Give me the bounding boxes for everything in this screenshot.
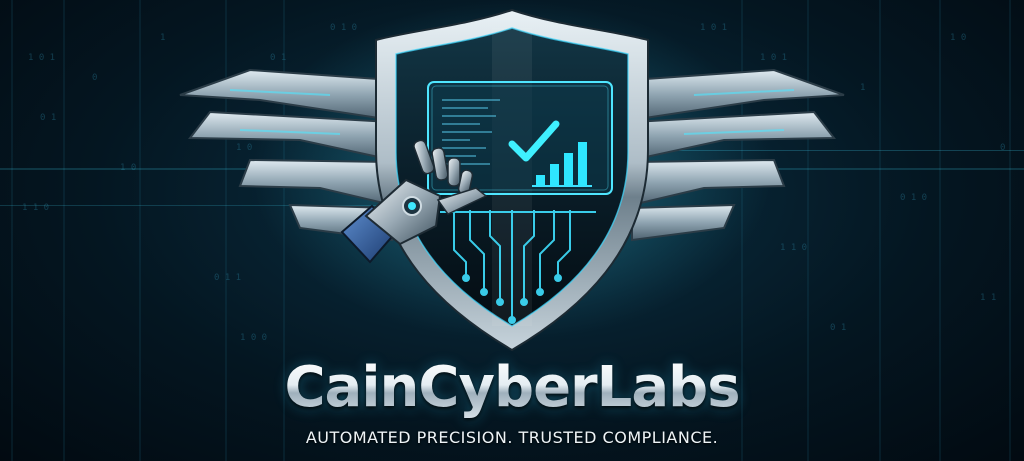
svg-text:1: 1 [860,83,865,93]
svg-text:0: 0 [1000,143,1005,153]
svg-text:1 0: 1 0 [950,33,966,43]
bar-chart-bar [578,142,587,186]
svg-text:0 1 0: 0 1 0 [900,193,927,203]
hero-banner: 1 0 1 0 1 1 1 0 0 1 0 1 0 1 1 1 0 1 0 0 … [0,0,1024,461]
bar-chart-bar [564,153,573,186]
brand-title: CainCyberLabs [0,357,1024,419]
svg-text:0 1: 0 1 [40,113,56,123]
svg-text:0: 0 [92,73,97,83]
svg-text:1 0 1: 1 0 1 [28,53,55,63]
svg-text:0 1 0: 0 1 0 [330,23,357,33]
svg-text:1 0: 1 0 [236,143,252,153]
svg-text:1 1 0: 1 1 0 [22,203,49,213]
bar-chart-bar [536,175,545,186]
svg-text:0 1 1: 0 1 1 [214,273,241,283]
brand-tagline: AUTOMATED PRECISION. TRUSTED COMPLIANCE. [305,428,719,447]
svg-text:0 1: 0 1 [830,323,846,333]
svg-text:1 0 0: 1 0 0 [240,333,267,343]
svg-text:1 1 0: 1 1 0 [780,243,807,253]
svg-text:1 0 1: 1 0 1 [700,23,727,33]
svg-text:1 1: 1 1 [980,293,996,303]
svg-text:1 0 1: 1 0 1 [760,53,787,63]
svg-text:1: 1 [160,33,165,43]
bar-chart-bar [550,164,559,186]
